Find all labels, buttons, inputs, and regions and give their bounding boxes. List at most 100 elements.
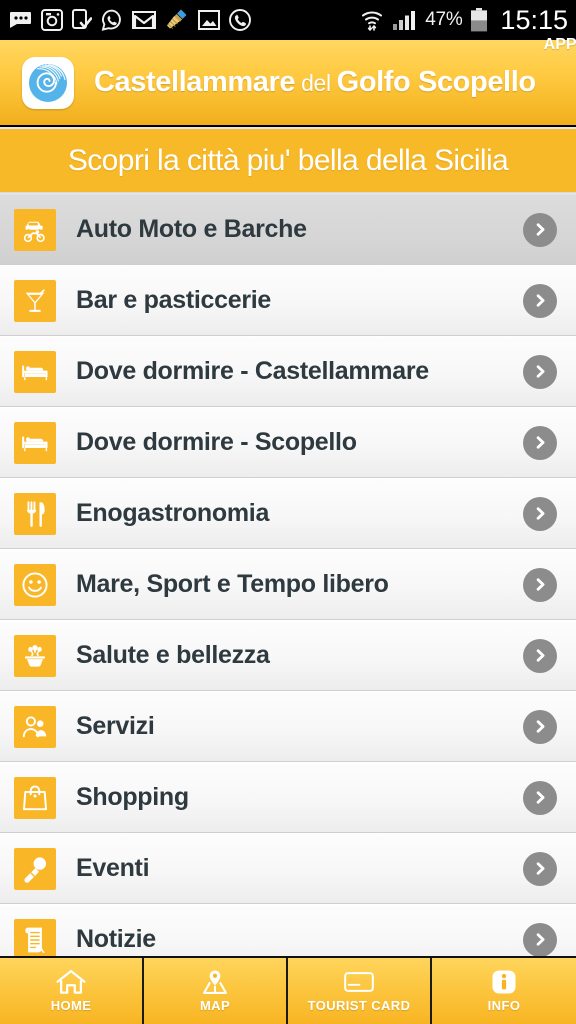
cellular-signal-icon [393,11,416,30]
nav-button-label: HOME [50,998,92,1013]
bed-icon [21,429,49,457]
whatsapp-icon [101,9,121,31]
header-title-part2: Golfo Scopello [336,66,536,98]
smiley-face-icon [21,571,49,599]
car-motorbike-icon [21,216,49,244]
list-item-icon-tile [14,492,56,535]
list-item-icon-tile [14,350,56,393]
list-item-icon-tile [14,563,56,606]
list-item-chevron[interactable] [523,638,557,673]
chevron-right-icon [532,647,549,664]
header-title-part1: Castellammare [94,66,296,98]
nav-button-home[interactable]: HOME [0,958,144,1024]
list-item-label: Auto Moto e Barche [76,215,307,243]
list-item-label: Dove dormire - Scopello [76,428,357,456]
list-item-chevron[interactable] [523,922,557,956]
nav-button-map[interactable]: MAP [144,958,288,1024]
photo-icon [198,10,220,30]
shopping-bag-icon [21,784,49,812]
phone-icon [229,9,251,31]
scroll-document-icon [21,926,49,954]
battery-percent-label: 47% [425,9,463,30]
app-screen: 47% 15:15 Castellammare del Golfo Scopel… [0,0,576,1024]
list-item[interactable]: Bar e pasticcerie [0,265,576,336]
list-item-icon-tile [14,421,56,464]
list-item-chevron[interactable] [523,354,557,389]
list-item[interactable]: Auto Moto e Barche [0,194,576,265]
chevron-right-icon [532,363,549,380]
credit-card-icon [344,969,374,995]
app-header: Castellammare del Golfo Scopello APP [0,36,576,127]
list-item[interactable]: Salute e bellezza [0,620,576,691]
wifi-transfer-icon [362,11,383,31]
bed-icon [21,358,49,386]
fork-knife-icon [21,500,49,528]
message-icon [10,12,31,28]
battery-icon [471,8,488,32]
header-app-superscript: APP [543,36,576,53]
list-item-icon-tile [14,279,56,322]
list-item[interactable]: Mare, Sport e Tempo libero [0,549,576,620]
status-notification-icons [8,8,360,32]
nav-button-label: MAP [199,998,231,1013]
list-item[interactable]: Enogastronomia [0,478,576,549]
list-item[interactable]: Notizie [0,904,576,956]
download-complete-icon [72,9,92,29]
list-item-icon-tile [14,705,56,748]
chevron-right-icon [532,505,549,522]
list-item-label: Servizi [76,712,155,740]
instagram-icon [41,9,63,31]
subtitle-text: Scopri la città piu' bella della Sicilia [67,143,509,177]
list-item[interactable]: Dove dormire - Scopello [0,407,576,478]
list-item-label: Eventi [76,854,150,882]
category-list[interactable]: Auto Moto e Barche Bar e pasticcerie Dove … [0,194,576,956]
map-pin-icon [200,969,230,995]
broom-cleaner-icon [167,9,187,29]
list-item[interactable]: Shopping [0,762,576,833]
list-item[interactable]: Servizi [0,691,576,762]
gmail-icon [132,11,156,29]
nav-button-label: TOURIST CARD [307,998,411,1013]
list-item-label: Dove dormire - Castellammare [76,357,429,385]
list-item-chevron[interactable] [523,709,557,744]
list-item[interactable]: Eventi [0,833,576,904]
page-title: Castellammare del Golfo Scopello [94,66,536,99]
list-item-label: Enogastronomia [76,499,270,527]
chevron-right-icon [532,221,549,238]
list-item[interactable]: Dove dormire - Castellammare [0,336,576,407]
list-item-chevron[interactable] [523,567,557,602]
bottom-navigation[interactable]: HOME MAP TOURIST CARD INFO [0,956,576,1024]
chevron-right-icon [532,860,549,877]
chevron-right-icon [532,292,549,309]
list-item-icon-tile [14,634,56,677]
spiral-shell-logo-icon [29,63,67,102]
status-system-icons: 47% 15:15 [360,4,568,35]
info-icon [489,969,519,995]
header-title-connector: del [301,70,331,96]
list-item-chevron[interactable] [523,780,557,815]
nav-button-tourist-card[interactable]: TOURIST CARD [288,958,432,1024]
chevron-right-icon [532,931,549,948]
microphone-icon [21,855,49,883]
list-item-label: Salute e bellezza [76,641,270,669]
nav-button-label: INFO [487,998,521,1013]
status-clock: 15:15 [500,4,568,35]
nav-button-info[interactable]: INFO [432,958,576,1024]
list-item-icon-tile [14,208,56,251]
list-item-chevron[interactable] [523,425,557,460]
list-item-chevron[interactable] [523,851,557,886]
list-item-chevron[interactable] [523,283,557,318]
chevron-right-icon [532,789,549,806]
app-logo [22,56,74,109]
list-item-icon-tile [14,918,56,956]
cocktail-glass-icon [21,287,49,315]
list-item-chevron[interactable] [523,496,557,531]
list-item-icon-tile [14,847,56,890]
list-item-label: Notizie [76,925,156,953]
people-group-icon [21,713,49,741]
home-icon [56,969,86,995]
list-item-chevron[interactable] [523,212,557,247]
chevron-right-icon [532,434,549,451]
subtitle-banner: Scopri la città piu' bella della Sicilia [0,129,576,193]
status-bar: 47% 15:15 [0,0,576,40]
